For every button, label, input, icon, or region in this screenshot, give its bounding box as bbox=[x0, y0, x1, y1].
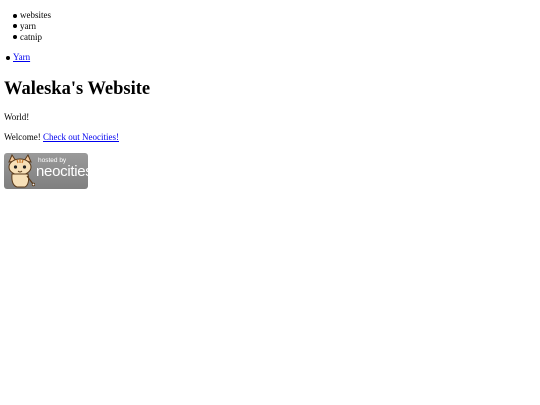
tag-item: websites bbox=[13, 10, 540, 21]
page: websites yarn catnip Yarn Waleska's Webs… bbox=[0, 0, 540, 189]
yarn-link[interactable]: Yarn bbox=[13, 52, 30, 62]
neocities-link[interactable]: Check out Neocities! bbox=[43, 132, 119, 142]
welcome-paragraph: Welcome! Check out Neocities! bbox=[4, 132, 540, 143]
hosted-by-neocities-badge[interactable]: hosted by neocities bbox=[4, 152, 88, 189]
welcome-text: Welcome! bbox=[4, 131, 41, 142]
badge-brand-label: neocities bbox=[36, 162, 88, 180]
nav-item-yarn: Yarn bbox=[6, 52, 540, 63]
page-title: Waleska's Website bbox=[4, 79, 151, 100]
nav-list: Yarn bbox=[4, 52, 540, 63]
tag-list: websites yarn catnip bbox=[4, 10, 540, 42]
tag-item: yarn bbox=[13, 21, 540, 32]
tag-item: catnip bbox=[13, 32, 540, 43]
greeting-text: World! bbox=[4, 112, 30, 123]
neocities-cat-icon bbox=[8, 153, 35, 188]
